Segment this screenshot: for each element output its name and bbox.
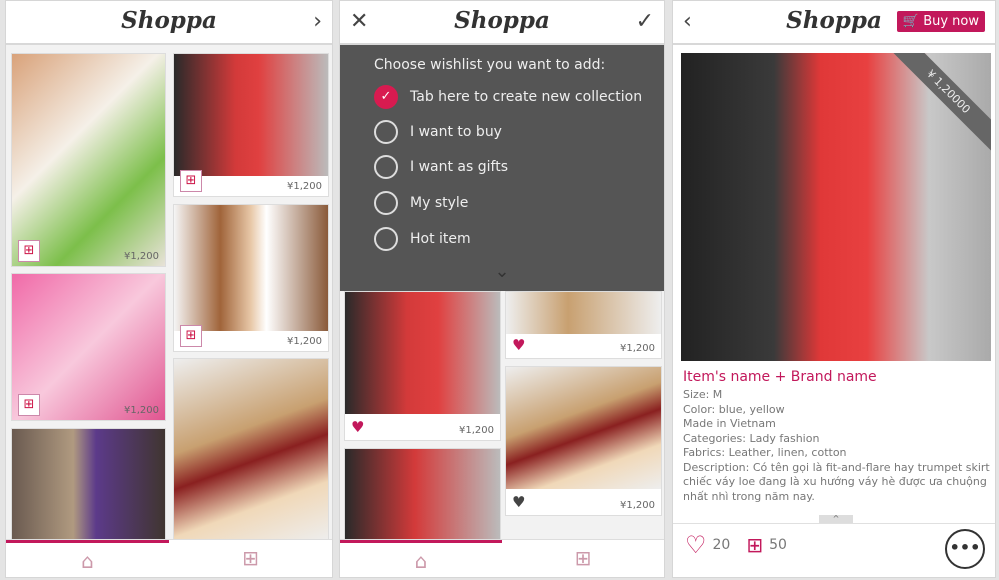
bookmark-add-icon[interactable]: ⊞ — [169, 540, 332, 577]
product-tile[interactable]: ♥ ¥1,200 — [505, 366, 662, 516]
bottom-nav: ⌂ ⊞ — [6, 539, 332, 577]
home-icon[interactable]: ⌂ — [340, 540, 502, 577]
product-tile[interactable]: ⊞ ¥1,200 — [11, 53, 166, 267]
app-logo: Shoppa — [454, 7, 550, 34]
wishlist-option[interactable]: I want to buy — [374, 120, 502, 144]
bookmark-add-icon[interactable]: ⊞ — [180, 170, 202, 192]
checkmark-icon[interactable]: ✓ — [636, 9, 654, 34]
product-tile[interactable]: ⊞ ¥1,200 — [173, 53, 329, 197]
product-tile[interactable]: ⊞ ¥1,200 — [11, 273, 166, 421]
product-tile[interactable] — [344, 448, 501, 542]
wishlist-option[interactable]: ✓ Tab here to create new collection — [374, 85, 642, 109]
product-tile[interactable]: ♥ ¥1,200 — [505, 291, 662, 359]
checkbox-checked-icon[interactable]: ✓ — [374, 85, 398, 109]
heart-icon[interactable]: ♥ — [512, 336, 525, 354]
heart-icon[interactable]: ♥ — [351, 418, 364, 436]
buy-now-button[interactable]: 🛒 Buy now — [896, 11, 985, 32]
app-logo: Shoppa — [121, 7, 217, 34]
home-icon[interactable]: ⌂ — [6, 540, 169, 577]
product-tile[interactable]: ⊞ ¥1,200 — [173, 204, 329, 352]
screen-wishlist: ✕ Shoppa ✓ ♥ ¥1,200 ♥ ¥1,200 ♥ ¥1,200 Ch… — [339, 0, 665, 578]
radio-icon[interactable] — [374, 155, 398, 179]
product-image: ¥ 1,20000 — [681, 53, 991, 361]
chevron-down-icon[interactable]: ⌄ — [340, 261, 664, 282]
header: ✕ Shoppa ✓ — [340, 1, 664, 45]
more-options-icon[interactable]: ••• — [945, 529, 985, 569]
screen-detail: ‹ Shoppa 🛒 Buy now ¥ 1,20000 Item's name… — [672, 0, 996, 578]
heart-icon[interactable]: ♡ — [685, 531, 707, 559]
chevron-right-icon[interactable]: › — [313, 9, 322, 34]
bookmark-add-icon[interactable]: ⊞ — [18, 240, 40, 262]
header: Shoppa › — [6, 1, 332, 45]
product-tile[interactable] — [11, 428, 166, 542]
radio-icon[interactable] — [374, 120, 398, 144]
header: ‹ Shoppa 🛒 Buy now — [673, 1, 995, 45]
bookmark-add-icon[interactable]: ⊞ — [502, 540, 664, 577]
radio-icon[interactable] — [374, 227, 398, 251]
bookmark-add-icon[interactable]: ⊞ — [18, 394, 40, 416]
item-info: Item's name + Brand name Size: M Color: … — [683, 369, 993, 504]
price-ribbon: ¥ 1,20000 — [880, 53, 991, 160]
item-name: Item's name + Brand name — [683, 369, 877, 385]
stats: ♡ 20 ⊞ 50 — [685, 531, 787, 559]
product-tile[interactable]: ♥ ¥1,200 — [344, 291, 501, 441]
bookmark-add-icon[interactable]: ⊞ — [746, 533, 763, 557]
bottom-nav: ⌂ ⊞ — [340, 539, 664, 577]
expand-handle[interactable]: ^ — [819, 515, 853, 523]
wishlist-panel: Choose wishlist you want to add: ✓ Tab he… — [340, 45, 664, 291]
wishlist-option[interactable]: My style — [374, 191, 468, 215]
heart-icon[interactable]: ♥ — [512, 493, 525, 511]
wishlist-option[interactable]: Hot item — [374, 227, 471, 251]
wishlist-title: Choose wishlist you want to add: — [374, 57, 606, 73]
cart-icon: 🛒 — [902, 14, 920, 29]
wishlist-option[interactable]: I want as gifts — [374, 155, 508, 179]
radio-icon[interactable] — [374, 191, 398, 215]
screen-feed: Shoppa › ⊞ ¥1,200 ⊞ ¥1,200 ⊞ ¥1,200 ⊞ ¥1… — [5, 0, 333, 578]
product-tile[interactable] — [173, 358, 329, 542]
bookmark-add-icon[interactable]: ⊞ — [180, 325, 202, 347]
